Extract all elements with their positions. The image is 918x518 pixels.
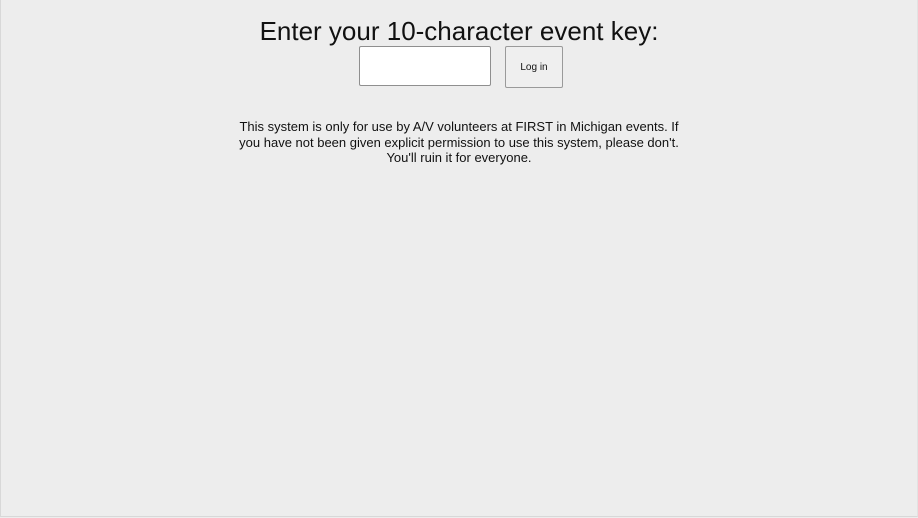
log-in-button[interactable]: Log in bbox=[505, 46, 563, 88]
login-panel: Enter your 10-character event key: Log i… bbox=[0, 0, 918, 166]
usage-notice: This system is only for use by A/V volun… bbox=[239, 119, 679, 165]
login-form: Log in bbox=[0, 46, 918, 90]
page-title: Enter your 10-character event key: bbox=[259, 16, 659, 46]
event-key-input[interactable] bbox=[359, 46, 491, 86]
